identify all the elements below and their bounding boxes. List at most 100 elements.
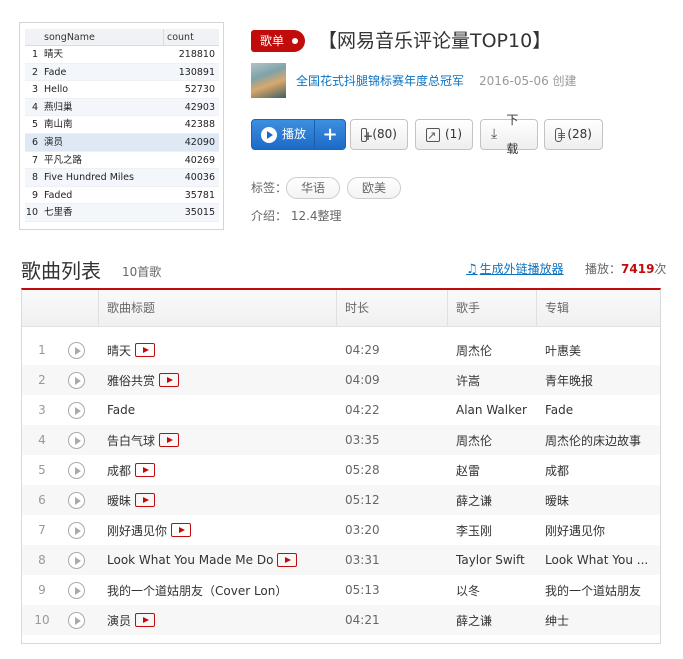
tag-western[interactable]: 欧美 <box>347 177 402 199</box>
song-title-cell: 刚好遇见你 <box>98 522 336 539</box>
table-row[interactable]: 9 我的一个道姑朋友（Cover Lon） 05:13 以冬 我的一个道姑朋友 <box>22 575 660 605</box>
table-row[interactable]: 2 雅俗共赏 04:09 许嵩 青年晚报 <box>22 365 660 395</box>
creator-name-link[interactable]: 全国花式抖腿锦标赛年度总冠军 <box>296 72 464 90</box>
external-player-link[interactable]: ♫ 生成外链播放器 <box>466 261 564 278</box>
sheet-row: 6 演员 42090 <box>25 133 219 152</box>
table-row[interactable]: 6 暧昧 05:12 薛之谦 暧昧 <box>22 485 660 515</box>
song-artist-link[interactable]: 以冬 <box>447 582 536 599</box>
table-row[interactable]: 7 刚好遇见你 03:20 李玉刚 刚好遇见你 <box>22 515 660 545</box>
song-album-link[interactable]: 暧昧 <box>536 492 660 509</box>
song-list-title: 歌曲列表 <box>21 259 101 283</box>
song-play-icon[interactable] <box>68 491 85 509</box>
creator-avatar[interactable] <box>251 63 286 98</box>
mv-icon[interactable] <box>159 373 180 387</box>
sheet-song-count: 42388 <box>184 119 215 131</box>
song-title-link[interactable]: 成都 <box>107 462 131 479</box>
table-row[interactable]: 1 晴天 04:29 周杰伦 叶惠美 <box>22 335 660 365</box>
tag-chinese[interactable]: 华语 <box>286 177 341 199</box>
song-title-cell: 我的一个道姑朋友（Cover Lon） <box>98 582 336 599</box>
sheet-song-count: 42090 <box>184 136 215 148</box>
song-play-icon[interactable] <box>68 521 85 539</box>
song-rows: 1 晴天 04:29 周杰伦 叶惠美 2 雅俗共赏 04:09 许嵩 青年晚报 3 Fade 04:22… <box>22 335 660 635</box>
song-duration: 04:09 <box>345 373 380 387</box>
mv-icon[interactable] <box>277 553 298 567</box>
sheet-song-count: 40036 <box>184 172 215 184</box>
play-button[interactable]: 播放 <box>252 120 315 149</box>
mv-icon[interactable] <box>135 493 156 507</box>
song-index: 9 <box>38 583 46 597</box>
song-play-icon[interactable] <box>68 401 85 419</box>
sheet-song-count: 42903 <box>184 101 215 113</box>
song-play-icon[interactable] <box>68 611 85 629</box>
song-index: 6 <box>38 493 46 507</box>
song-play-icon[interactable] <box>68 581 85 599</box>
song-album-link[interactable]: 周杰伦的床边故事 <box>536 432 660 449</box>
song-artist-link[interactable]: 周杰伦 <box>447 342 536 359</box>
song-artist-link[interactable]: 薛之谦 <box>447 612 536 629</box>
song-album-link[interactable]: Fade <box>536 403 660 417</box>
song-title-link[interactable]: 暧昧 <box>107 492 131 509</box>
mv-icon[interactable] <box>159 433 180 447</box>
song-play-icon[interactable] <box>68 371 85 389</box>
table-row[interactable]: 3 Fade 04:22 Alan Walker Fade <box>22 395 660 425</box>
table-row[interactable]: 4 告白气球 03:35 周杰伦 周杰伦的床边故事 <box>22 425 660 455</box>
mv-icon[interactable] <box>171 523 192 537</box>
play-button-label: 播放 <box>282 127 307 141</box>
external-player-label: 生成外链播放器 <box>479 262 564 276</box>
table-row[interactable]: 5 成都 05:28 赵雷 成都 <box>22 455 660 485</box>
song-title-link[interactable]: Look What You Made Me Do <box>107 553 273 567</box>
sheet-row: 1 晴天 218810 <box>25 46 219 64</box>
song-title-link[interactable]: 我的一个道姑朋友（Cover Lon） <box>107 582 287 599</box>
playlist-title: 【网易音乐评论量TOP10】 <box>318 30 552 52</box>
song-album-link[interactable]: Look What You ... <box>536 553 660 567</box>
song-title-cell: Look What You Made Me Do <box>98 553 336 567</box>
song-album-link[interactable]: 成都 <box>536 462 660 479</box>
song-play-icon[interactable] <box>68 431 85 449</box>
collect-button[interactable]: (80) <box>350 119 408 151</box>
song-duration: 04:22 <box>345 403 380 417</box>
mv-icon[interactable] <box>135 613 156 627</box>
song-artist-link[interactable]: Alan Walker <box>447 403 536 417</box>
sheet-row: 10 七里香 35015 <box>25 204 219 222</box>
song-album-link[interactable]: 刚好遇见你 <box>536 522 660 539</box>
song-table-header: 歌曲标题 时长 歌手 专辑 <box>22 290 660 327</box>
song-artist-link[interactable]: 周杰伦 <box>447 432 536 449</box>
song-title-link[interactable]: 刚好遇见你 <box>107 522 167 539</box>
add-to-queue-button[interactable]: + <box>315 120 345 149</box>
song-artist-link[interactable]: 李玉刚 <box>447 522 536 539</box>
mv-icon[interactable] <box>135 463 156 477</box>
song-album-link[interactable]: 绅士 <box>536 612 660 629</box>
sheet-song-count: 40269 <box>184 154 215 166</box>
song-artist-link[interactable]: 许嵩 <box>447 372 536 389</box>
sheet-rows: 1 晴天 218810 2 Fade 130891 3 Hello 52730 4 燕归巢 42903… <box>25 46 219 222</box>
song-play-icon[interactable] <box>68 461 85 479</box>
table-row[interactable]: 8 Look What You Made Me Do 03:31 Taylor Swi… <box>22 545 660 575</box>
play-count-prefix: 播放： <box>585 262 622 276</box>
mv-icon[interactable] <box>135 343 156 357</box>
song-artist-link[interactable]: 赵雷 <box>447 462 536 479</box>
song-title-link[interactable]: 告白气球 <box>107 432 155 449</box>
song-title-link[interactable]: 雅俗共赏 <box>107 372 155 389</box>
sheet-song-name: 晴天 <box>44 49 64 60</box>
collect-count: (80) <box>372 127 397 141</box>
play-button-group: 播放 + <box>251 119 346 150</box>
sheet-row: 9 Faded 35781 <box>25 187 219 205</box>
song-duration: 05:12 <box>345 493 380 507</box>
song-play-icon[interactable] <box>68 341 85 359</box>
song-title-link[interactable]: Fade <box>107 403 135 417</box>
song-album-link[interactable]: 我的一个道姑朋友 <box>536 582 660 599</box>
song-album-link[interactable]: 青年晚报 <box>536 372 660 389</box>
song-title-link[interactable]: 演员 <box>107 612 131 629</box>
comment-icon <box>555 121 567 150</box>
sheet-row: 7 平凡之路 40269 <box>25 152 219 170</box>
song-artist-link[interactable]: 薛之谦 <box>447 492 536 509</box>
song-play-icon[interactable] <box>68 551 85 569</box>
download-button[interactable]: 下载 <box>480 113 538 156</box>
song-album-link[interactable]: 叶惠美 <box>536 342 660 359</box>
comment-button[interactable]: (28) <box>544 119 603 150</box>
table-row[interactable]: 10 演员 04:21 薛之谦 绅士 <box>22 605 660 635</box>
song-artist-link[interactable]: Taylor Swift <box>447 553 536 567</box>
song-title-link[interactable]: 晴天 <box>107 342 131 359</box>
sheet-song-name: 平凡之路 <box>44 154 83 166</box>
share-button[interactable]: (1) <box>415 119 473 150</box>
